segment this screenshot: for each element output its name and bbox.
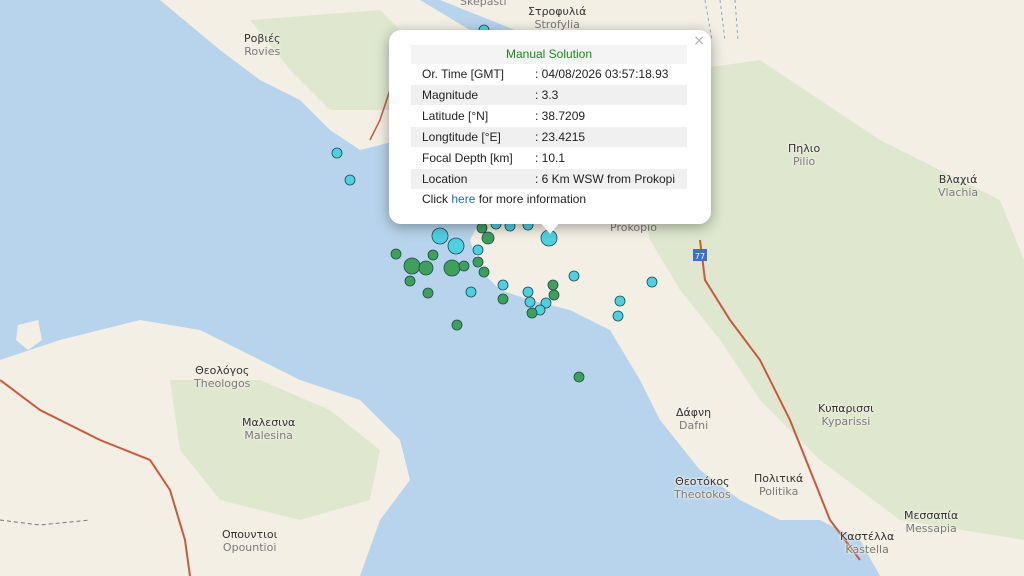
earthquake-marker[interactable]	[481, 231, 495, 245]
popup-title: Manual Solution	[411, 45, 687, 64]
earthquake-marker[interactable]	[431, 227, 449, 245]
earthquake-marker[interactable]	[573, 371, 585, 383]
place-politika: Πολιτικά Politika	[754, 472, 804, 498]
place-rovies: Ροβιές Rovies	[244, 32, 281, 58]
earthquake-marker[interactable]	[548, 289, 560, 301]
place-kastella: Καστέλλα Kastella	[840, 530, 895, 556]
row-origin-time: Or. Time [GMT] : 04/08/2026 03:57:18.93	[411, 64, 687, 84]
earthquake-marker[interactable]	[458, 260, 470, 272]
row-longitude: Longtitude [°E] : 23.4215	[411, 127, 687, 147]
row-value: : 10.1	[535, 151, 566, 165]
more-info-text: Click here for more information	[422, 192, 587, 206]
earthquake-popup: × Manual Solution Or. Time [GMT] : 04/08…	[389, 30, 711, 224]
earthquake-marker[interactable]	[522, 286, 534, 298]
place-dafni: Δάφνη Dafni	[676, 406, 712, 432]
place-theologos: Θεολόγος Theologos	[194, 364, 251, 390]
place-vlachia: Βλαχιά Vlachia	[938, 173, 979, 199]
earthquake-marker[interactable]	[418, 260, 434, 276]
earthquake-marker[interactable]	[526, 307, 538, 319]
earthquake-marker[interactable]	[476, 222, 488, 234]
earthquake-marker[interactable]	[390, 248, 402, 260]
close-icon[interactable]: ×	[693, 33, 705, 49]
earthquake-marker[interactable]	[465, 286, 477, 298]
earthquake-marker[interactable]	[472, 256, 484, 268]
earthquake-marker[interactable]	[427, 249, 439, 261]
row-value: : 3.3	[535, 88, 559, 102]
earthquake-marker[interactable]	[472, 244, 484, 256]
place-opountioi: Οπουντιοι Opountioi	[222, 528, 278, 554]
earthquake-marker[interactable]	[612, 310, 624, 322]
earthquake-marker[interactable]	[524, 296, 536, 308]
row-label: Focal Depth [km]	[422, 151, 513, 165]
row-label: Location	[422, 172, 468, 186]
earthquake-marker[interactable]	[404, 275, 416, 287]
place-strofylia: Στροφυλιά Strofylia	[528, 5, 587, 31]
earthquake-marker[interactable]	[447, 237, 465, 255]
earthquake-marker[interactable]	[646, 276, 658, 288]
row-value: : 6 Km WSW from Prokopi	[535, 172, 676, 186]
earthquake-marker[interactable]	[614, 295, 626, 307]
row-focal-depth: Focal Depth [km] : 10.1	[411, 148, 687, 168]
road-shield-label: 77	[695, 252, 705, 261]
earthquake-marker[interactable]	[478, 266, 490, 278]
row-label: Magnitude	[422, 88, 479, 102]
row-magnitude: Magnitude : 3.3	[411, 85, 687, 105]
earthquake-marker[interactable]	[331, 147, 343, 159]
earthquake-marker[interactable]	[497, 279, 509, 291]
row-label: Longtitude [°E]	[422, 130, 501, 144]
place-messapia: Μεσσαπία Messapia	[904, 509, 959, 535]
earthquake-marker[interactable]	[422, 287, 434, 299]
row-value: : 23.4215	[535, 130, 586, 144]
earthquake-marker[interactable]	[403, 257, 421, 275]
row-label: Latitude [°N]	[422, 109, 489, 123]
earthquake-marker[interactable]	[344, 174, 356, 186]
row-label: Or. Time [GMT]	[422, 67, 505, 81]
row-value: : 04/08/2026 03:57:18.93	[535, 67, 669, 81]
popup-tip	[540, 222, 560, 234]
place-skepasti: Skepasti	[460, 0, 507, 8]
place-malesina: Μαλεσινα Malesina	[242, 416, 296, 442]
more-info-link[interactable]: here	[451, 192, 475, 206]
earthquake-marker[interactable]	[568, 270, 580, 282]
row-value: : 38.7209	[535, 109, 586, 123]
earthquake-marker[interactable]	[547, 279, 559, 291]
place-pilio: Πηλιο Pilio	[788, 142, 821, 168]
place-theotokos: Θεοτόκος Theotokos	[674, 475, 731, 501]
earthquake-marker[interactable]	[497, 293, 509, 305]
row-location: Location : 6 Km WSW from Prokopi	[411, 169, 687, 189]
earthquake-marker[interactable]	[451, 319, 463, 331]
place-kyparissi: Κυπαρισσι Kyparissi	[818, 402, 874, 428]
row-latitude: Latitude [°N] : 38.7209	[411, 106, 687, 126]
earthquake-marker[interactable]	[443, 259, 461, 277]
